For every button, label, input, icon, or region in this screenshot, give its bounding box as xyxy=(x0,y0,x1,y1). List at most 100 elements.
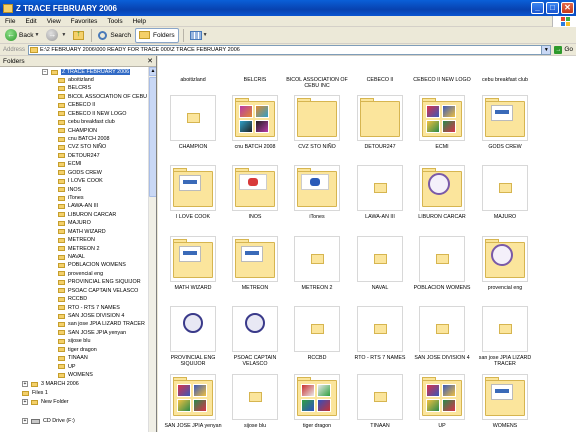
folder-item[interactable]: SAN JOSE JPIA yenyan xyxy=(162,374,224,429)
folder-item[interactable]: TINAAN xyxy=(349,374,411,429)
tree-item[interactable]: ECMI xyxy=(58,160,81,168)
folder-item[interactable]: provencial eng xyxy=(474,236,536,291)
tree-item[interactable]: RTO - RTS 7 NAMES xyxy=(58,304,120,312)
tree-item[interactable]: Files 1 xyxy=(22,389,48,397)
tree-item[interactable]: provencial eng xyxy=(58,270,103,278)
folder-item[interactable]: METREON 2 xyxy=(286,236,348,291)
tree-item[interactable]: METREON xyxy=(58,236,95,244)
folder-item[interactable]: sijose blu xyxy=(224,374,286,429)
folder-icon xyxy=(374,324,387,334)
up-folder-button[interactable]: ↑ xyxy=(70,28,87,43)
expand-icon[interactable]: + xyxy=(22,418,28,424)
folder-item[interactable]: INOS xyxy=(224,165,286,220)
folder-item[interactable]: ECMI xyxy=(411,95,473,150)
tree-item[interactable]: GODS CREW xyxy=(58,169,102,177)
tree-item[interactable]: BICOL ASSOCIATION OF CEBU I xyxy=(58,93,148,101)
folder-item[interactable]: MATH WIZARD xyxy=(162,236,224,291)
menu-edit[interactable]: Edit xyxy=(20,18,41,25)
tree-item[interactable]: WOMENS xyxy=(58,371,93,379)
menu-help[interactable]: Help xyxy=(128,18,151,25)
folder-icon xyxy=(58,85,65,91)
address-input[interactable]: E:\2 FEBRUARY 2006\000 READY FOR TRACE 0… xyxy=(28,44,552,55)
tree-item[interactable]: − Z TRACE FEBRUARY 2006 xyxy=(42,68,131,76)
tree-item[interactable]: + New Folder xyxy=(22,398,69,406)
scroll-thumb[interactable] xyxy=(149,77,156,197)
folder-item[interactable]: METREON xyxy=(224,236,286,291)
menu-view[interactable]: View xyxy=(42,18,66,25)
views-button[interactable]: ▼ xyxy=(187,28,211,43)
tree-item[interactable]: MATH WIZARD xyxy=(58,228,106,236)
search-button[interactable]: Search xyxy=(95,28,134,43)
tree-item[interactable]: cnu BATCH 2008 xyxy=(58,135,110,143)
collapse-icon[interactable]: − xyxy=(42,69,48,75)
folder-item[interactable]: PSOAC CAPTAIN VELASCO xyxy=(224,306,286,367)
tree-item[interactable]: PSOAC CAPTAIN VELASCO xyxy=(58,287,138,295)
menu-file[interactable]: File xyxy=(0,18,20,25)
folder-item[interactable]: SAN JOSE DIVISION 4 xyxy=(411,306,473,361)
folder-item[interactable]: DETOUR247 xyxy=(349,95,411,150)
tree-item[interactable]: +3 MARCH 2006 xyxy=(22,380,79,388)
forward-button[interactable]: → ▼ xyxy=(43,28,69,43)
tree-item[interactable]: LAWA-AN III xyxy=(58,202,98,210)
folder-item[interactable]: CHAMPION xyxy=(162,95,224,150)
tree-item[interactable]: SAN JOSE JPIA yenyan xyxy=(58,329,126,337)
folder-item[interactable]: PROVINCIAL ENG SIQUIJOR xyxy=(162,306,224,367)
tree-item[interactable]: I LOVE COOK xyxy=(58,177,103,185)
folder-item[interactable]: LIBURON CARCAR xyxy=(411,165,473,220)
folder-item[interactable]: LAWA-AN III xyxy=(349,165,411,220)
tree-item[interactable]: BELCRIS xyxy=(58,84,91,92)
tree-item[interactable]: CHAMPION xyxy=(58,127,97,135)
tree-scrollbar[interactable]: ▲ xyxy=(148,67,156,432)
tree-item[interactable]: RCCBD xyxy=(58,295,87,303)
tree-item[interactable]: SAN JOSE DIVISION 4 xyxy=(58,312,124,320)
folder-item[interactable]: RTO - RTS 7 NAMES xyxy=(349,306,411,361)
folder-item[interactable]: iTones xyxy=(286,165,348,220)
folder-item[interactable]: RCCBD xyxy=(286,306,348,361)
tree-item[interactable]: san jose JPIA LIZARD TRACER xyxy=(58,320,145,328)
tree-item[interactable]: UP xyxy=(58,363,76,371)
folder-item[interactable]: GODS CREW xyxy=(474,95,536,150)
tree-item[interactable]: iTones xyxy=(58,194,84,202)
close-pane-button[interactable]: ✕ xyxy=(147,57,153,65)
folder-item[interactable]: MAJURO xyxy=(474,165,536,220)
tree-item[interactable]: cebu breakfast club xyxy=(58,118,115,126)
title-bar[interactable]: Z TRACE FEBRUARY 2006 _ □ ✕ xyxy=(0,0,576,16)
scroll-up-button[interactable]: ▲ xyxy=(149,67,156,76)
minimize-button[interactable]: _ xyxy=(531,2,544,14)
go-button[interactable]: → Go xyxy=(551,45,576,54)
folder-item[interactable]: CVZ STO NIÑO xyxy=(286,95,348,150)
tree-item[interactable]: DETOUR247 xyxy=(58,152,100,160)
folders-button[interactable]: Folders xyxy=(134,27,179,43)
folder-item[interactable]: san jose JPIA LIZARD TRACER xyxy=(474,306,536,367)
tree-item[interactable]: TINAAN xyxy=(58,354,88,362)
menu-tools[interactable]: Tools xyxy=(102,18,127,25)
tree-item[interactable]: sijose blu xyxy=(58,337,90,345)
tree-item[interactable]: POBLACION WOMENS xyxy=(58,261,126,269)
back-button[interactable]: ← Back ▼ xyxy=(2,28,42,43)
tree-item[interactable]: aboitizland xyxy=(58,76,94,84)
expand-icon[interactable]: + xyxy=(22,381,28,387)
folder-item[interactable]: cnu BATCH 2008 xyxy=(224,95,286,150)
folder-item[interactable]: tiger dragon xyxy=(286,374,348,429)
tree-item[interactable]: NAVAL xyxy=(58,253,85,261)
tree-item[interactable]: METREON 2 xyxy=(58,245,99,253)
tree-item[interactable]: INOS xyxy=(58,186,81,194)
tree-item[interactable]: + CD Drive (F:) xyxy=(22,417,75,425)
close-button[interactable]: ✕ xyxy=(561,2,574,14)
tree-item[interactable]: tiger dragon xyxy=(58,346,97,354)
menu-favorites[interactable]: Favorites xyxy=(66,18,103,25)
tree-item[interactable]: CVZ STO NIÑO xyxy=(58,143,106,151)
tree-item[interactable]: LIBURON CARCAR xyxy=(58,211,116,219)
maximize-button[interactable]: □ xyxy=(546,2,559,14)
folder-item[interactable]: NAVAL xyxy=(349,236,411,291)
tree-item[interactable]: CEBECO II NEW LOGO xyxy=(58,110,126,118)
tree-item[interactable]: CEBECO II xyxy=(58,101,95,109)
address-dropdown-button[interactable]: ▼ xyxy=(541,45,551,54)
folder-item[interactable]: POBLACION WOMENS xyxy=(411,236,473,291)
folder-item[interactable]: WOMENS xyxy=(474,374,536,429)
folder-item[interactable]: UP xyxy=(411,374,473,429)
folder-item[interactable]: I LOVE COOK xyxy=(162,165,224,220)
tree-item[interactable]: PROVINCIAL ENG SIQUIJOR xyxy=(58,278,141,286)
expand-icon[interactable]: + xyxy=(22,399,28,405)
tree-item[interactable]: MAJURO xyxy=(58,219,91,227)
